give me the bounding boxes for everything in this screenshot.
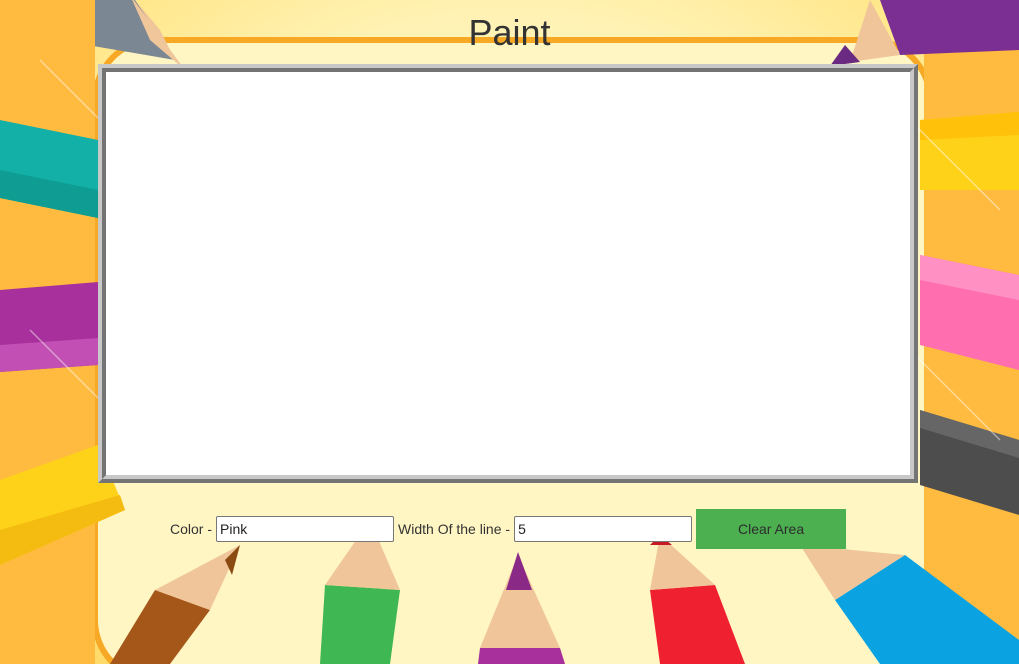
- page-title: Paint: [468, 12, 551, 53]
- line-width-input[interactable]: [514, 516, 693, 542]
- color-input[interactable]: [216, 516, 395, 542]
- width-label: Width Of the line -: [398, 521, 511, 537]
- drawing-area-frame: [98, 64, 918, 483]
- controls-bar: Color - Width Of the line - Clear Area: [170, 509, 847, 549]
- color-label: Color -: [170, 521, 213, 537]
- drawing-canvas[interactable]: [106, 72, 910, 475]
- clear-area-button[interactable]: Clear Area: [696, 509, 847, 549]
